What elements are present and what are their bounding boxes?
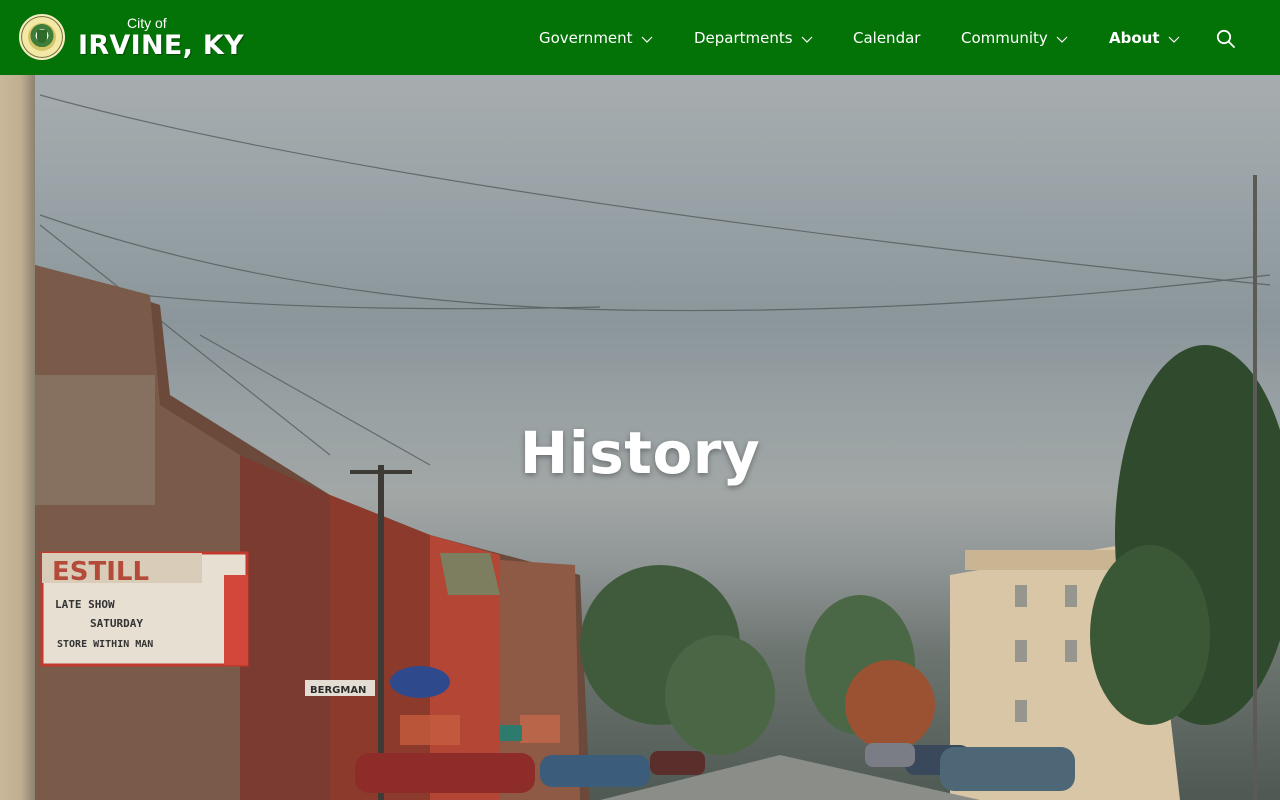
site-header: City of IRVINE, KY Government Department… (0, 0, 1280, 75)
nav-item-community[interactable]: Community (961, 27, 1069, 49)
chevron-down-icon (640, 34, 654, 44)
chevron-down-icon (1055, 34, 1069, 44)
hero-banner: ESTILL LATE SHOW SATURDAY STORE WITHIN M… (0, 75, 1280, 800)
theater-sign-line1: LATE SHOW (55, 598, 115, 611)
nav-item-government[interactable]: Government (539, 27, 654, 49)
nav-item-label: Calendar (853, 29, 921, 47)
nav-item-label: Community (961, 29, 1048, 47)
nav-item-about[interactable]: About (1109, 27, 1181, 49)
nav-item-label: About (1109, 29, 1160, 47)
nav-item-departments[interactable]: Departments (694, 27, 814, 49)
nav-item-label: Government (539, 29, 633, 47)
main-nav: Government Departments Calendar Communit… (0, 0, 1280, 75)
nav-item-label: Departments (694, 29, 793, 47)
store-sign: BERGMAN (310, 685, 366, 696)
search-icon[interactable] (1216, 29, 1236, 49)
chevron-down-icon (1167, 34, 1181, 44)
nav-item-calendar[interactable]: Calendar (853, 27, 920, 49)
theater-sign-title: ESTILL (52, 557, 149, 587)
theater-sign-line3: STORE WITHIN MAN (57, 639, 153, 650)
theater-sign-line2: SATURDAY (90, 617, 143, 630)
page-title: History (519, 419, 761, 487)
chevron-down-icon (800, 34, 814, 44)
